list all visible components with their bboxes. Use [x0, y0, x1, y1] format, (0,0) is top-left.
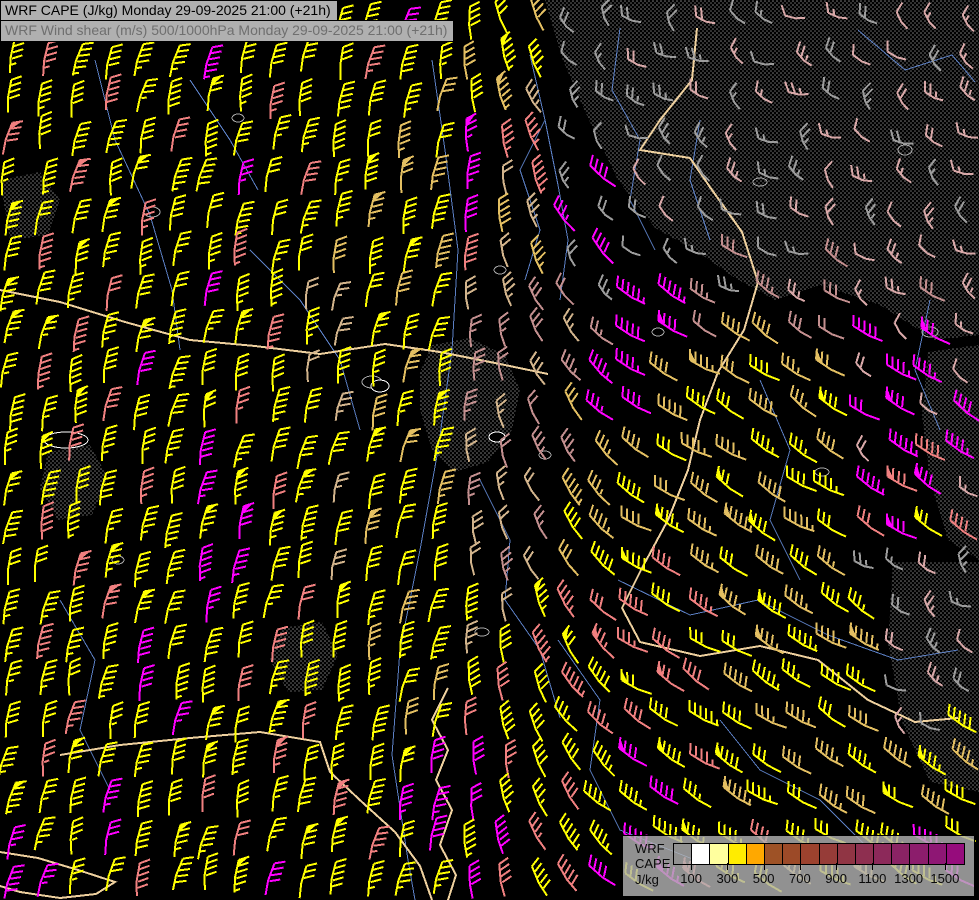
- legend-color-cell: [819, 844, 837, 864]
- legend-color-cell: [873, 844, 891, 864]
- legend-color-cell: [946, 844, 964, 864]
- legend-tick: [872, 863, 873, 870]
- legend-tick: [691, 863, 692, 870]
- legend-color-cell: [891, 844, 909, 864]
- legend-label-unit: J/kg: [635, 873, 659, 886]
- legend-tick: [945, 863, 946, 870]
- legend-tick: [727, 863, 728, 870]
- legend-color-cell: [709, 844, 727, 864]
- legend-color-cell: [855, 844, 873, 864]
- legend-label-cape: CAPE: [635, 857, 670, 870]
- legend-color-cell: [909, 844, 927, 864]
- legend-color-cell: [837, 844, 855, 864]
- legend-tick: [800, 863, 801, 870]
- map-title-cape: WRF CAPE (J/kg) Monday 29-09-2025 21:00 …: [0, 0, 338, 22]
- legend-color-cell: [800, 844, 818, 864]
- cape-legend: WRF CAPE J/kg 10030050070090011001300150…: [622, 835, 975, 897]
- weather-map-screen: WRF CAPE (J/kg) Monday 29-09-2025 21:00 …: [0, 0, 979, 900]
- legend-color-cell: [728, 844, 746, 864]
- legend-color-cell: [928, 844, 946, 864]
- legend-tick-label: 1500: [923, 871, 967, 886]
- legend-color-cell: [782, 844, 800, 864]
- legend-color-cell: [691, 844, 709, 864]
- legend-tick: [836, 863, 837, 870]
- weather-map: [0, 0, 979, 900]
- legend-tick: [764, 863, 765, 870]
- map-title-windshear: WRF Wind shear (m/s) 500/1000hPa Monday …: [0, 20, 454, 42]
- legend-color-cell: [764, 844, 782, 864]
- legend-color-bar: [673, 843, 965, 865]
- legend-color-cell: [674, 844, 691, 864]
- legend-tick: [909, 863, 910, 870]
- legend-color-cell: [746, 844, 764, 864]
- legend-label-wrf: WRF: [635, 842, 665, 855]
